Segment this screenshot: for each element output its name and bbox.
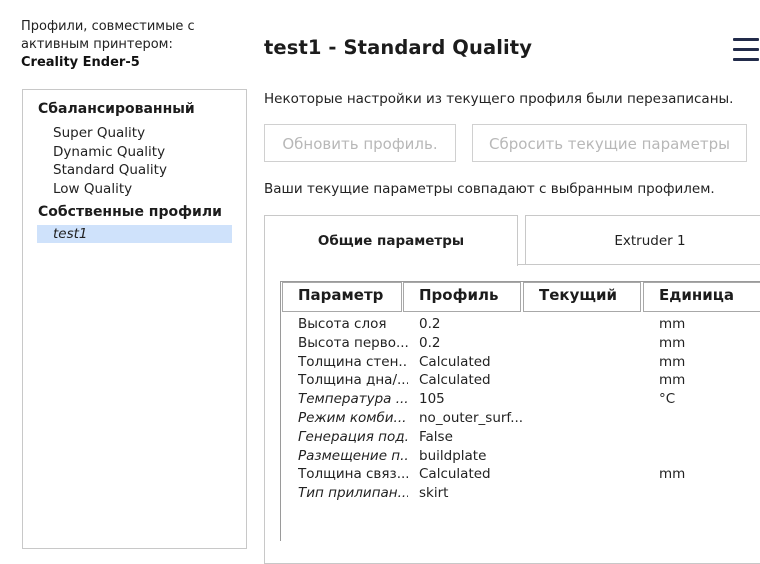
table-cell-profile: buildplate: [419, 447, 487, 464]
reset-parameters-button[interactable]: Сбросить текущие параметры: [472, 124, 747, 162]
compatible-profiles-label: Профили, совместимые с активным принтеро…: [21, 18, 241, 72]
profiles-list-panel: Сбалансированный Super Quality Dynamic Q…: [22, 89, 247, 549]
tab-extruder-1[interactable]: Extruder 1: [525, 215, 760, 265]
table-cell-param: Толщина стен...: [298, 353, 408, 370]
group-title-custom: Собственные профили: [38, 204, 222, 220]
tab-general-parameters[interactable]: Общие параметры: [264, 215, 518, 266]
table-cell-profile: Calculated: [419, 353, 491, 370]
table-cell-unit: mm: [659, 372, 686, 389]
column-header-current[interactable]: Текущий: [523, 282, 641, 312]
profile-item-test1[interactable]: test1: [37, 225, 232, 243]
table-cell-unit: mm: [659, 466, 686, 483]
table-cell-profile: skirt: [419, 485, 449, 502]
table-cell-param: Толщина связ...: [298, 466, 408, 483]
match-status-text: Ваши текущие параметры совпадают с выбра…: [264, 181, 715, 197]
table-cell-profile: 105: [419, 391, 445, 408]
column-header-unit[interactable]: Единица: [643, 282, 760, 312]
profile-item-standard-quality[interactable]: Standard Quality: [53, 162, 167, 178]
table-cell-profile: 0.2: [419, 316, 441, 332]
compat-line-2: активным принтером:: [21, 37, 173, 52]
table-cell-unit: mm: [659, 316, 686, 332]
table-cell-param: Генерация под...: [298, 428, 408, 445]
profile-item-super-quality[interactable]: Super Quality: [53, 125, 145, 141]
table-cell-param: Толщина дна/...: [298, 372, 408, 389]
table-cell-profile: False: [419, 428, 453, 445]
table-cell-param: Температура ...: [298, 391, 408, 408]
group-title-balanced: Сбалансированный: [38, 101, 195, 117]
profile-item-dynamic-quality[interactable]: Dynamic Quality: [53, 144, 165, 160]
menu-bar-bottom: [733, 58, 759, 61]
column-header-parameter[interactable]: Параметр: [282, 282, 402, 312]
menu-bar-middle: [733, 48, 759, 51]
table-cell-unit: mm: [659, 334, 686, 351]
table-cell-unit: °C: [659, 391, 676, 408]
table-cell-profile: Calculated: [419, 466, 491, 483]
profile-item-low-quality[interactable]: Low Quality: [53, 181, 132, 197]
table-cell-param: Размещение п...: [298, 447, 408, 464]
table-cell-profile: Calculated: [419, 372, 491, 389]
table-cell-unit: mm: [659, 353, 686, 370]
table-cell-param: Режим комби...: [298, 410, 407, 426]
column-header-profile[interactable]: Профиль: [403, 282, 521, 312]
hamburger-menu-icon[interactable]: [733, 36, 759, 62]
table-cell-param: Высота слоя: [298, 316, 387, 332]
page-title: test1 - Standard Quality: [264, 36, 533, 59]
table-cell-profile: no_outer_surf...: [419, 410, 524, 426]
table-cell-param: Высота перво...: [298, 334, 408, 351]
update-profile-button[interactable]: Обновить профиль.: [264, 124, 456, 162]
active-printer-name: Creality Ender-5: [21, 55, 140, 70]
overridden-settings-notice: Некоторые настройки из текущего профиля …: [264, 91, 734, 107]
menu-bar-top: [733, 38, 759, 41]
table-cell-param: Тип прилипан...: [298, 485, 408, 502]
compat-line-1: Профили, совместимые с: [21, 19, 195, 34]
table-cell-profile: 0.2: [419, 334, 441, 351]
